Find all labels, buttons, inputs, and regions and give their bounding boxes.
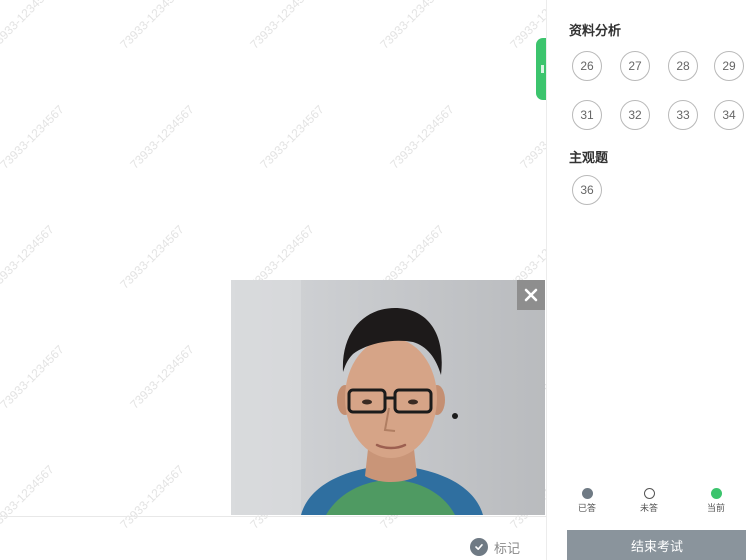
watermark-text: 73933-1234567 xyxy=(127,102,197,172)
watermark-text: 73933-1234567 xyxy=(117,0,187,52)
watermark-text: 73933-1234567 xyxy=(0,342,67,412)
legend-label: 已答 xyxy=(577,504,596,514)
divider xyxy=(0,516,546,517)
check-circle-icon xyxy=(470,538,488,556)
legend-current: 当前 xyxy=(696,488,736,514)
watermark-text: 73933-1234567 xyxy=(387,102,457,172)
question-number-button[interactable]: 26 xyxy=(572,51,602,81)
question-number-button[interactable]: 31 xyxy=(572,100,602,130)
unanswered-dot-icon xyxy=(643,488,655,499)
question-number-button[interactable]: 36 xyxy=(572,175,602,205)
handle-icon xyxy=(541,65,544,73)
watermark-text: 73933-1234567 xyxy=(0,462,57,532)
mark-label: 标记 xyxy=(494,540,521,556)
watermark-text: 73933-1234567 xyxy=(0,102,67,172)
watermark-text: 73933-1234567 xyxy=(0,222,57,292)
watermark-text: 73933-1234567 xyxy=(257,102,327,172)
question-number-button[interactable]: 27 xyxy=(620,51,650,81)
watermark-text: 73933-1234567 xyxy=(0,0,57,52)
legend-label: 当前 xyxy=(706,504,725,514)
webcam-preview xyxy=(231,280,545,515)
watermark-text: 73933-1234567 xyxy=(247,0,317,52)
question-number-button[interactable]: 29 xyxy=(714,51,744,81)
legend-label: 未答 xyxy=(639,504,658,514)
watermark-text: 73933-1234567 xyxy=(127,342,197,412)
watermark-text: 73933-1234567 xyxy=(377,0,447,52)
mark-button[interactable]: 标记 xyxy=(470,536,520,558)
question-number-button[interactable]: 32 xyxy=(620,100,650,130)
legend-answered: 已答 xyxy=(567,488,607,514)
answered-dot-icon xyxy=(581,488,593,499)
section-title-subjective: 主观题 xyxy=(569,151,609,166)
close-webcam-button[interactable] xyxy=(517,280,545,310)
watermark-text: 73933-1234567 xyxy=(517,102,546,172)
question-number-button[interactable]: 33 xyxy=(668,100,698,130)
close-icon xyxy=(524,288,538,302)
question-nav-panel: 资料分析 26 27 28 29 31 32 33 34 主观题 36 已答 未… xyxy=(546,0,746,560)
watermark-text: 73933-1234567 xyxy=(117,222,187,292)
section-title-data-analysis: 资料分析 xyxy=(569,24,622,39)
question-number-button[interactable]: 34 xyxy=(714,100,744,130)
watermark-text: 73933-1234567 xyxy=(117,462,187,532)
current-dot-icon xyxy=(710,488,722,499)
webcam-image xyxy=(231,280,545,515)
end-exam-button[interactable]: 结束考试 xyxy=(567,530,746,560)
question-number-button[interactable]: 28 xyxy=(668,51,698,81)
legend-unanswered: 未答 xyxy=(629,488,669,514)
